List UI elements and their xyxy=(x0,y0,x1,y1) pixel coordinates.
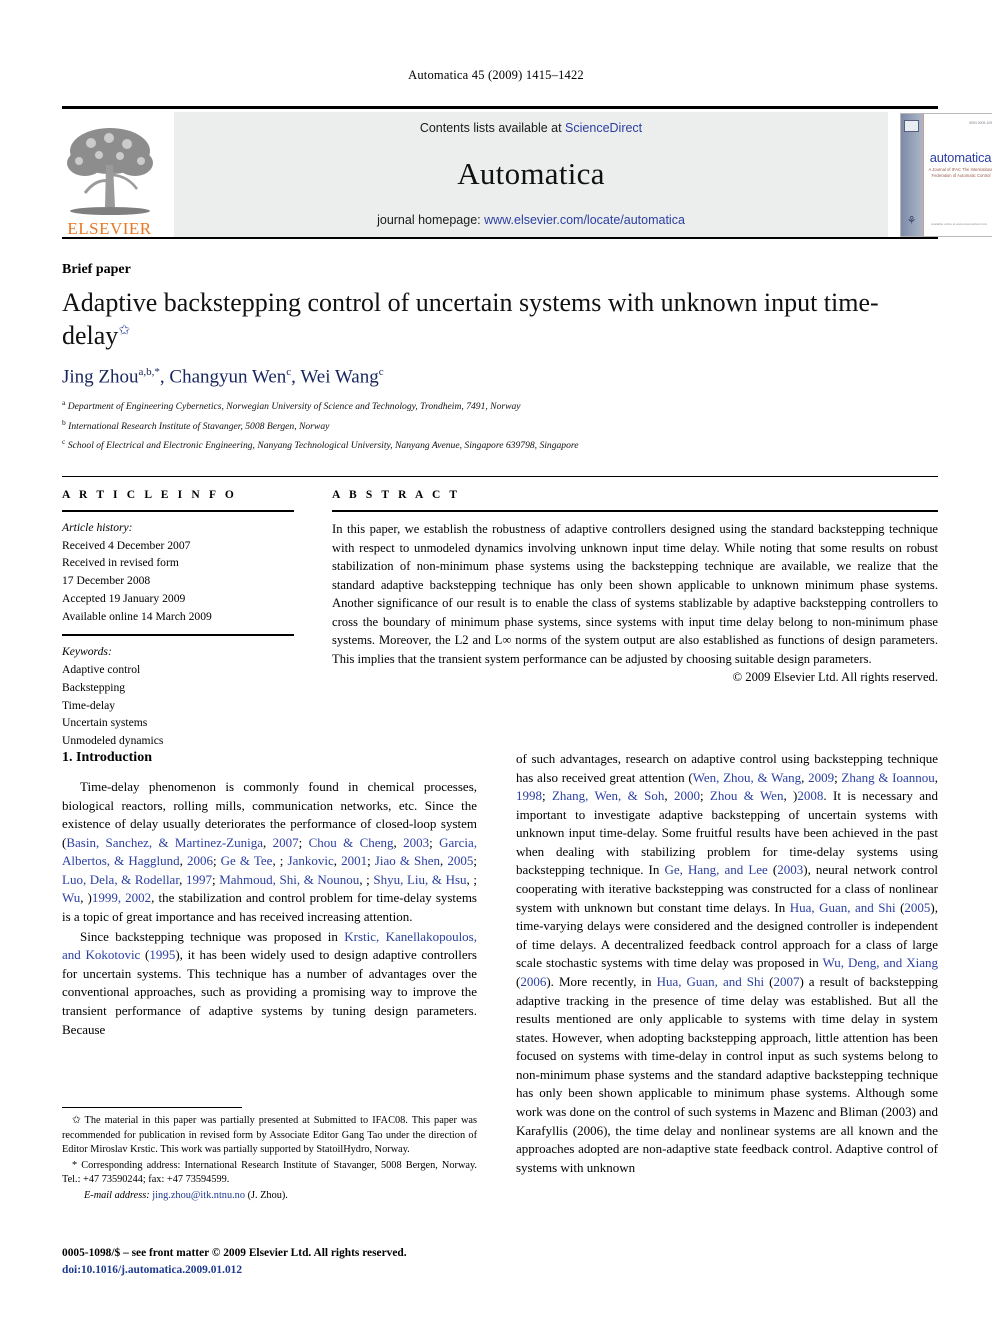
keyword-item: Time-delay xyxy=(62,698,116,712)
cover-divider xyxy=(923,114,924,236)
article-history-block: Article history: Received 4 December 200… xyxy=(62,519,294,625)
history-item: Available online 14 March 2009 xyxy=(62,609,212,623)
footnote-email: E-mail address: jing.zhou@itk.ntnu.no (J… xyxy=(62,1189,477,1204)
author-name-2[interactable]: Wei Wang xyxy=(300,366,378,387)
elsevier-logo: ELSEVIER xyxy=(62,112,157,237)
cover-subtitle: A Journal of IFAC The International Fede… xyxy=(928,167,992,179)
author-name-0[interactable]: Jing Zhou xyxy=(62,366,139,387)
history-item: Accepted 19 January 2009 xyxy=(62,591,186,605)
cover-footer: Available online at www.sciencedirect.co… xyxy=(931,222,988,226)
elsevier-tree-icon xyxy=(66,128,153,215)
email-label: E-mail address: xyxy=(84,1190,150,1202)
paper-page: Automatica 45 (2009) 1415–1422 ELSEVIER … xyxy=(0,0,992,1323)
author-marks-0: a,b,* xyxy=(138,366,160,378)
footnote-corresponding-marker: * xyxy=(72,1159,78,1171)
paragraph: Since backstepping technique was propose… xyxy=(62,928,477,1037)
journal-cover-thumbnail[interactable]: ⚘ ISSN 0005-1098 automatica A Journal of… xyxy=(900,113,992,237)
paragraph: Time-delay phenomenon is commonly found … xyxy=(62,779,478,925)
abstract-rule xyxy=(332,510,938,512)
affiliation-item: a Department of Engineering Cybernetics,… xyxy=(62,396,922,416)
footnote-star-text: The material in this paper was partially… xyxy=(62,1115,478,1156)
cover-issn: ISSN 0005-1098 xyxy=(968,121,992,125)
footnote-star: ✩ The material in this paper was partial… xyxy=(62,1114,477,1158)
info-section-top-rule xyxy=(62,476,938,477)
affiliation-text-0: Department of Engineering Cybernetics, N… xyxy=(67,401,521,413)
article-info-heading: A R T I C L E I N F O xyxy=(62,489,237,501)
journal-homepage-line: journal homepage: www.elsevier.com/locat… xyxy=(377,213,685,227)
affiliation-text-1: International Research Institute of Stav… xyxy=(68,420,330,432)
title-footnote-marker[interactable]: ✩ xyxy=(118,324,130,339)
journal-homepage-link[interactable]: www.elsevier.com/locate/automatica xyxy=(484,213,685,227)
running-head: Automatica 45 (2009) 1415–1422 xyxy=(408,68,584,82)
author-marks-2: c xyxy=(378,366,384,378)
keyword-item: Uncertain systems xyxy=(62,716,148,730)
article-type-label: Brief paper xyxy=(62,262,131,277)
footnote-block: ✩ The material in this paper was partial… xyxy=(62,1114,477,1205)
cover-publisher-mark xyxy=(904,120,919,132)
history-item: 17 December 2008 xyxy=(62,574,151,588)
footnote-corresponding: * Corresponding address: International R… xyxy=(62,1159,477,1188)
keyword-item: Backstepping xyxy=(62,680,126,694)
homepage-prefix: journal homepage: xyxy=(377,213,485,227)
page-title: Adaptive backstepping control of uncerta… xyxy=(62,286,892,353)
keywords-rule xyxy=(62,634,294,637)
affiliation-text-2: School of Electrical and Electronic Engi… xyxy=(67,440,579,452)
author-marks-1: c xyxy=(286,366,292,378)
paragraph: of such advantages, research on adaptive… xyxy=(516,751,938,1175)
affiliation-mark-0: a xyxy=(62,398,66,407)
keyword-item: Adaptive control xyxy=(62,663,141,677)
affiliation-item: b International Research Institute of St… xyxy=(62,416,922,436)
affiliation-list: a Department of Engineering Cybernetics,… xyxy=(62,396,922,455)
article-info-panel: A R T I C L E I N F O Article history: R… xyxy=(62,489,294,750)
sciencedirect-link[interactable]: ScienceDirect xyxy=(565,121,642,135)
author-name-1[interactable]: Changyun Wen xyxy=(169,366,286,387)
keywords-block: Keywords: Adaptive control Backstepping … xyxy=(62,643,294,749)
journal-banner: Contents lists available at ScienceDirec… xyxy=(174,112,888,237)
journal-title: Automatica xyxy=(457,156,605,191)
affiliation-mark-2: c xyxy=(62,437,66,447)
keyword-item: Unmodeled dynamics xyxy=(62,734,164,748)
body-column-right: of such advantages, research on adaptive… xyxy=(516,750,938,1177)
section-heading-introduction: 1. Introduction xyxy=(62,750,152,765)
author-list: Jing Zhoua,b,*, Changyun Wenc, Wei Wangc xyxy=(62,366,384,388)
contents-line: Contents lists available at ScienceDirec… xyxy=(420,121,642,135)
journal-masthead: ELSEVIER Contents lists available at Sci… xyxy=(62,106,992,237)
abstract-heading: A B S T R A C T xyxy=(332,489,461,501)
abstract-copyright: © 2009 Elsevier Ltd. All rights reserved… xyxy=(732,670,938,684)
body-column-left: 1. Introduction Time-delay phenomenon is… xyxy=(62,750,477,1039)
article-history-label: Article history: xyxy=(62,521,133,534)
abstract-panel: A B S T R A C T In this paper, we establ… xyxy=(332,489,938,685)
history-item: Received 4 December 2007 xyxy=(62,538,191,552)
imprint-block: 0005-1098/$ – see front matter © 2009 El… xyxy=(62,1245,492,1278)
keywords-label: Keywords: xyxy=(62,645,112,659)
masthead-bottom-rule xyxy=(62,237,938,239)
footnote-rule xyxy=(62,1107,242,1108)
imprint-front-matter: 0005-1098/$ – see front matter © 2009 El… xyxy=(62,1247,407,1259)
contents-prefix: Contents lists available at xyxy=(419,121,566,135)
email-link[interactable]: jing.zhou@itk.ntnu.no xyxy=(152,1190,245,1201)
abstract-text: In this paper, we establish the robustne… xyxy=(332,522,938,666)
article-title-text: Adaptive backstepping control of uncerta… xyxy=(62,288,879,351)
doi-link[interactable]: doi:10.1016/j.automatica.2009.01.012 xyxy=(62,1262,492,1279)
elsevier-wordmark: ELSEVIER xyxy=(67,219,152,238)
email-owner: (J. Zhou). xyxy=(247,1190,288,1202)
affiliation-mark-1: b xyxy=(62,417,66,427)
affiliation-item: c School of Electrical and Electronic En… xyxy=(62,435,922,455)
footnote-star-marker: ✩ xyxy=(72,1115,81,1126)
history-item: Received in revised form xyxy=(62,556,179,570)
cover-title: automatica xyxy=(929,150,992,165)
article-info-rule xyxy=(62,510,294,512)
footnote-corresponding-text: Corresponding address: International Res… xyxy=(62,1159,478,1186)
ifac-logo-icon: ⚘ xyxy=(906,215,917,227)
